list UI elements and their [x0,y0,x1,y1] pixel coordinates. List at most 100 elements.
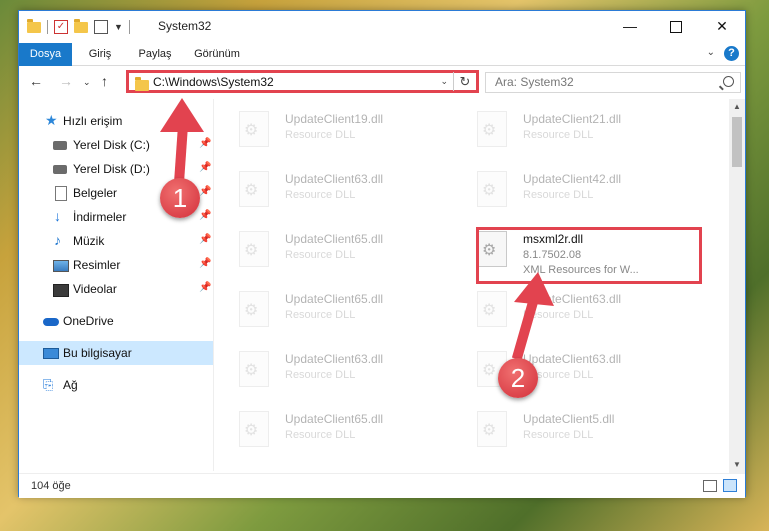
file-item[interactable]: UpdateClient63.dll Resource DLL [457,283,687,337]
tab-share[interactable]: Paylaş [134,43,176,65]
tab-view[interactable]: Görünüm [189,43,245,65]
vertical-scrollbar[interactable]: ▲ ▼ [729,99,745,473]
address-row: ← → ⌄ ↑ C:\Windows\System32 ⌄ ↻ Ara: Sys… [19,66,745,98]
file-item[interactable]: UpdateClient65.dll Resource DLL [219,283,449,337]
qat-dropdown-icon[interactable]: ▼ [114,22,123,32]
back-button[interactable]: ← [29,73,43,89]
dll-file-icon [477,111,507,147]
nav-item-label: Yerel Disk (C:) [73,138,150,152]
nav-item-label: Resimler [73,258,121,272]
minimize-button[interactable]: — [607,11,653,41]
nav-item-music[interactable]: ♪ Müzik 📌 [19,229,213,253]
file-type: Resource DLL [285,309,356,321]
file-name: UpdateClient19.dll [285,112,384,126]
quick-access-toolbar: ✓ ▼ [27,17,130,37]
nav-item-label: Müzik [73,234,105,248]
music-icon: ♪ [54,232,61,248]
file-name: UpdateClient63.dll [285,172,384,186]
address-path[interactable]: C:\Windows\System32 [153,75,274,89]
ribbon-tabs: Dosya Giriş Paylaş Görünüm ⌄ ? [19,43,745,97]
pin-icon[interactable]: 📌 [199,138,211,149]
nav-item-label: Videolar [73,282,117,296]
up-button[interactable]: ↑ [101,73,108,89]
dll-file-icon [477,291,507,327]
file-type: Resource DLL [523,189,594,201]
dll-file-icon [239,351,269,387]
folder-icon [135,77,149,91]
search-box[interactable]: Ara: System32 [485,72,741,93]
file-name: UpdateClient63.dll [523,352,622,366]
file-item[interactable]: UpdateClient19.dll Resource DLL [219,103,449,157]
file-item[interactable]: UpdateClient65.dll Resource DLL [219,223,449,277]
file-name: UpdateClient65.dll [285,412,384,426]
customize-icon[interactable] [94,20,108,34]
properties-check-icon[interactable]: ✓ [54,20,68,34]
step-2-callout: 2 [498,358,538,398]
pictures-icon [53,260,69,272]
file-name: UpdateClient63.dll [285,352,384,366]
file-item[interactable]: UpdateClient42.dll Resource DLL [457,163,687,217]
file-name: UpdateClient65.dll [285,292,384,306]
annotation-arrowhead-2 [514,272,554,306]
nav-item-label: Yerel Disk (D:) [73,162,150,176]
download-icon: ↓ [54,208,61,224]
nav-item-network[interactable]: ⎘ Ağ [19,373,213,397]
annotation-arrowhead-1 [160,98,204,132]
expand-ribbon-icon[interactable]: ⌄ [707,47,715,58]
file-name: UpdateClient42.dll [523,172,622,186]
close-button[interactable]: ✕ [699,11,745,41]
disk-icon [53,165,67,174]
pin-icon[interactable]: 📌 [199,282,211,293]
scroll-up-icon[interactable]: ▲ [729,99,745,115]
file-item[interactable]: UpdateClient21.dll Resource DLL [457,103,687,157]
maximize-icon [670,21,682,34]
dll-file-icon [239,231,269,267]
file-type: Resource DLL [285,129,356,141]
window-title: System32 [158,19,212,33]
file-item[interactable]: UpdateClient65.dll Resource DLL [219,403,449,457]
document-icon [55,186,67,201]
search-icon[interactable] [723,76,734,87]
pane-divider[interactable] [213,99,214,471]
pin-icon[interactable]: 📌 [199,258,211,269]
nav-item-label: İndirmeler [73,210,127,224]
nav-item-videos[interactable]: Videolar 📌 [19,277,213,301]
dll-file-icon [239,411,269,447]
nav-item-onedrive[interactable]: OneDrive [19,309,213,333]
search-input[interactable]: Ara: System32 [495,75,574,89]
toolbar-separator [128,20,130,34]
file-name: UpdateClient65.dll [285,232,384,246]
pin-icon[interactable]: 📌 [199,210,211,221]
new-folder-icon[interactable] [74,18,88,33]
address-bar[interactable]: C:\Windows\System32 ⌄ ↻ [126,70,479,93]
scroll-thumb[interactable] [732,117,742,167]
nav-item-label: Belgeler [73,186,118,200]
tiles-view-icon[interactable] [723,479,737,492]
dll-file-icon [239,291,269,327]
scroll-down-icon[interactable]: ▼ [729,457,745,473]
file-item[interactable]: UpdateClient5.dll Resource DLL [457,403,687,457]
dll-file-icon [239,171,269,207]
pin-icon[interactable]: 📌 [199,234,211,245]
details-view-icon[interactable] [703,480,717,492]
file-item[interactable]: UpdateClient63.dll Resource DLL [219,163,449,217]
file-name: UpdateClient21.dll [523,112,622,126]
computer-icon [43,348,59,359]
explorer-window: ✓ ▼ System32 — ✕ Dosya Giriş Paylaş Görü… [18,10,746,498]
recent-locations-button[interactable]: ⌄ [83,77,91,88]
network-icon: ⎘ [43,377,54,392]
forward-button[interactable]: → [59,73,73,89]
folder-icon[interactable] [27,18,41,33]
maximize-button[interactable] [653,11,699,41]
pin-icon[interactable]: 📌 [199,162,211,173]
nav-item-this-pc[interactable]: Bu bilgisayar [19,341,213,365]
refresh-button[interactable]: ↻ [453,72,476,91]
file-type: Resource DLL [523,129,594,141]
file-item[interactable]: UpdateClient63.dll Resource DLL [457,343,687,397]
address-dropdown-icon[interactable]: ⌄ [440,76,448,87]
file-item[interactable]: UpdateClient63.dll Resource DLL [219,343,449,397]
tab-home[interactable]: Giriş [82,43,118,65]
pin-icon[interactable]: 📌 [199,186,211,197]
nav-item-pictures[interactable]: Resimler 📌 [19,253,213,277]
help-icon[interactable]: ? [724,46,739,61]
